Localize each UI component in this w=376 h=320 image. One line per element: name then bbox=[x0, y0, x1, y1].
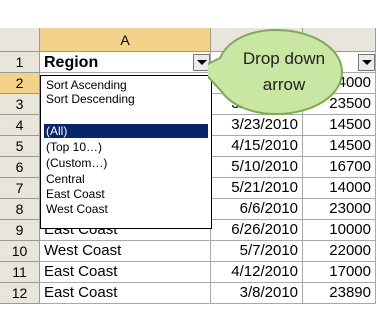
date-cell[interactable]: 6/26/2010 bbox=[211, 220, 303, 241]
amount-cell[interactable]: 16700 bbox=[303, 157, 376, 178]
amount-cell[interactable]: 17000 bbox=[303, 262, 376, 283]
corner-cell[interactable] bbox=[0, 28, 40, 52]
region-cell[interactable]: East Coast bbox=[40, 262, 211, 283]
autofilter-dropdown-list[interactable]: Sort Ascending Sort Descending (All) (Top 1… bbox=[40, 75, 212, 229]
dropdown-item[interactable]: (Custom…) bbox=[44, 156, 208, 170]
region-cell[interactable]: West Coast bbox=[40, 241, 211, 262]
dropdown-item[interactable]: (Top 10…) bbox=[44, 140, 208, 154]
date-cell[interactable]: 5/7/2010 bbox=[211, 241, 303, 262]
row-header[interactable]: 5 bbox=[0, 136, 40, 157]
dropdown-item[interactable]: East Coast bbox=[44, 187, 208, 201]
amount-cell[interactable]: 14500 bbox=[303, 115, 376, 136]
row-header[interactable]: 3 bbox=[0, 94, 40, 115]
date-cell[interactable]: 4/12/2010 bbox=[211, 262, 303, 283]
row-header[interactable]: 7 bbox=[0, 178, 40, 199]
row-header[interactable]: 1 bbox=[0, 52, 40, 73]
row-header[interactable]: 8 bbox=[0, 199, 40, 220]
dropdown-item[interactable]: West Coast bbox=[44, 202, 208, 216]
callout-line-1: Drop down bbox=[243, 49, 325, 68]
dropdown-item[interactable]: Sort Ascending bbox=[44, 78, 208, 92]
amount-cell[interactable]: 10000 bbox=[303, 220, 376, 241]
row-header[interactable]: 12 bbox=[0, 283, 40, 304]
amount-cell[interactable]: 23000 bbox=[303, 199, 376, 220]
amount-cell[interactable]: 14000 bbox=[303, 178, 376, 199]
row-header[interactable]: 2 bbox=[0, 73, 40, 94]
column-c-filter-dropdown-button[interactable] bbox=[358, 54, 375, 71]
row-header[interactable]: 11 bbox=[0, 262, 40, 283]
chevron-down-icon bbox=[361, 60, 372, 65]
date-cell[interactable]: 6/6/2010 bbox=[211, 199, 303, 220]
date-cell[interactable]: 4/15/2010 bbox=[211, 136, 303, 157]
amount-cell[interactable]: 23890 bbox=[303, 283, 376, 304]
row-header[interactable]: 9 bbox=[0, 220, 40, 241]
row-header[interactable]: 4 bbox=[0, 115, 40, 136]
date-cell[interactable]: 5/21/2010 bbox=[211, 178, 303, 199]
row-header[interactable]: 10 bbox=[0, 241, 40, 262]
callout-line-2: arrow bbox=[263, 75, 306, 94]
chevron-down-icon bbox=[196, 60, 207, 65]
amount-cell[interactable]: 22000 bbox=[303, 241, 376, 262]
spreadsheet: A 123456789101112 Region 40003/12/201023… bbox=[0, 0, 376, 320]
column-a-header[interactable]: A bbox=[40, 28, 211, 52]
date-cell[interactable]: 5/10/2010 bbox=[211, 157, 303, 178]
callout-shape bbox=[208, 28, 344, 116]
region-header-text: Region bbox=[44, 54, 99, 71]
dropdown-item[interactable]: Central bbox=[44, 172, 208, 186]
date-cell[interactable]: 3/23/2010 bbox=[211, 115, 303, 136]
amount-cell[interactable]: 14500 bbox=[303, 136, 376, 157]
row-header[interactable]: 6 bbox=[0, 157, 40, 178]
dropdown-item[interactable]: (All) bbox=[44, 124, 208, 138]
region-header-cell[interactable]: Region bbox=[40, 52, 211, 73]
callout-bubble: Drop down arrow bbox=[208, 28, 344, 116]
region-cell[interactable]: East Coast bbox=[40, 283, 211, 304]
top-strip bbox=[0, 0, 376, 28]
dropdown-item[interactable]: Sort Descending bbox=[44, 92, 208, 106]
date-cell[interactable]: 3/8/2010 bbox=[211, 283, 303, 304]
